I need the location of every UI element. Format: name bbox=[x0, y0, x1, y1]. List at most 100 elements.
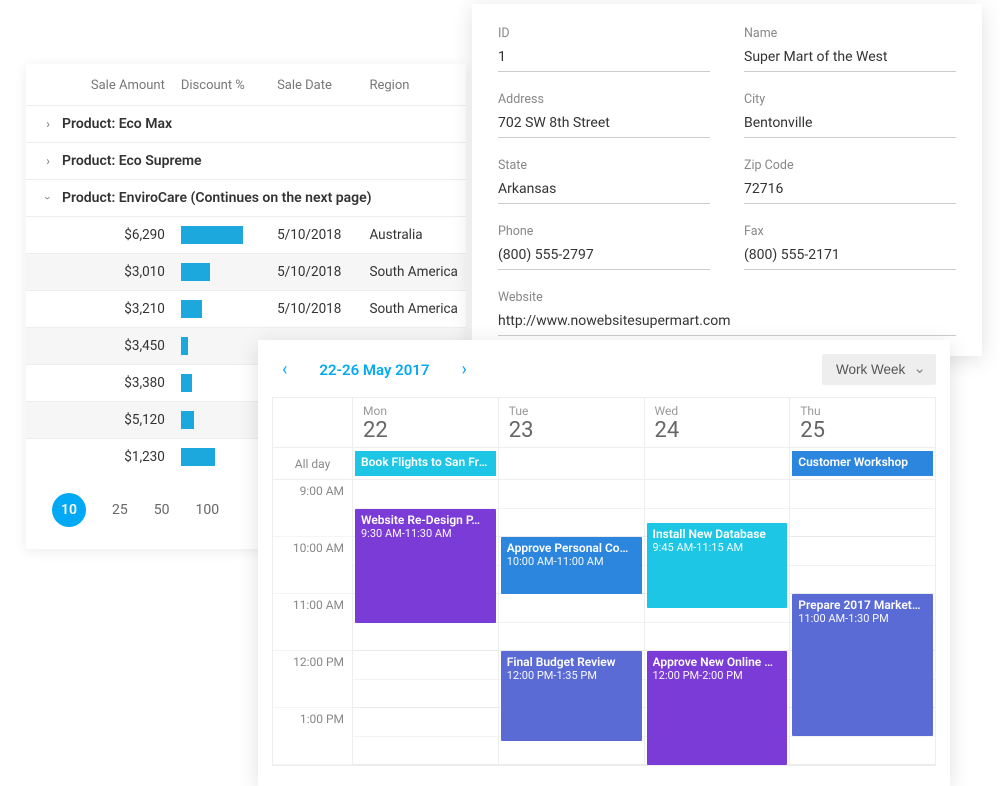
chevron-right-icon: › bbox=[34, 117, 62, 131]
day-column[interactable]: Website Re-Design P…9:30 AM-11:30 AM bbox=[353, 480, 499, 765]
label: Website bbox=[498, 290, 956, 305]
day-number: 25 bbox=[800, 418, 925, 443]
field-address[interactable]: Address 702 SW 8th Street bbox=[498, 92, 710, 138]
appointment-allday[interactable]: Book Flights to San Fran … bbox=[355, 451, 496, 476]
appointment[interactable]: Approve New Online …12:00 PM-2:00 PM bbox=[647, 651, 788, 765]
view-select[interactable]: Work Week bbox=[822, 354, 936, 385]
chevron-down-icon: › bbox=[41, 184, 55, 212]
allday-cell[interactable] bbox=[645, 448, 791, 479]
group-label: Product: Eco Supreme bbox=[62, 153, 202, 169]
appointment-title: Final Budget Review bbox=[507, 655, 636, 669]
cell-amount: $3,380 bbox=[61, 375, 181, 391]
value[interactable]: 72716 bbox=[744, 181, 956, 204]
value[interactable]: http://www.nowebsitesupermart.com bbox=[498, 313, 956, 336]
group-row[interactable]: › Product: Eco Max bbox=[26, 105, 466, 142]
day-column[interactable]: Prepare 2017 Market…11:00 AM-1:30 PM bbox=[790, 480, 935, 765]
appointment-time: 9:30 AM-11:30 AM bbox=[361, 527, 490, 540]
appointment[interactable]: Prepare 2017 Market…11:00 AM-1:30 PM bbox=[792, 594, 933, 736]
chevron-right-icon: › bbox=[34, 154, 62, 168]
field-website[interactable]: Website http://www.nowebsitesupermart.co… bbox=[498, 290, 956, 336]
day-of-week: Mon bbox=[363, 404, 488, 418]
col-sale-amount[interactable]: Sale Amount bbox=[61, 78, 181, 93]
value[interactable]: Super Mart of the West bbox=[744, 49, 956, 72]
appointment-title: Approve New Online … bbox=[653, 655, 782, 669]
view-select-input[interactable]: Work Week bbox=[822, 354, 936, 385]
col-sale-date[interactable]: Sale Date bbox=[277, 78, 369, 93]
value[interactable]: Arkansas bbox=[498, 181, 710, 204]
page-size-option[interactable]: 25 bbox=[112, 502, 128, 518]
prev-button[interactable]: ‹ bbox=[272, 359, 297, 380]
appointment-title: Install New Database bbox=[653, 527, 782, 541]
field-state[interactable]: State Arkansas bbox=[498, 158, 710, 204]
time-label: 10:00 AM bbox=[273, 537, 352, 594]
col-region[interactable]: Region bbox=[369, 78, 458, 93]
day-number: 22 bbox=[363, 418, 488, 443]
page-size-option[interactable]: 100 bbox=[196, 502, 220, 518]
allday-cell[interactable] bbox=[499, 448, 645, 479]
allday-cell[interactable]: Book Flights to San Fran … bbox=[353, 448, 499, 479]
date-range-title[interactable]: 22-26 May 2017 bbox=[319, 361, 429, 379]
value[interactable]: 702 SW 8th Street bbox=[498, 115, 710, 138]
field-zip[interactable]: Zip Code 72716 bbox=[744, 158, 956, 204]
value[interactable]: Bentonville bbox=[744, 115, 956, 138]
label: ID bbox=[498, 26, 710, 41]
value[interactable]: (800) 555-2171 bbox=[744, 247, 956, 270]
table-row[interactable]: $3,0105/10/2018South America bbox=[26, 253, 466, 290]
scheduler-toolbar: ‹ 22-26 May 2017 › Work Week bbox=[272, 354, 936, 397]
field-id[interactable]: ID 1 bbox=[498, 26, 710, 72]
label: Zip Code bbox=[744, 158, 956, 173]
scheduler-grid: Mon22 Tue23 Wed24 Thu25 All day Book Fli… bbox=[272, 397, 936, 766]
label: Address bbox=[498, 92, 710, 107]
appointment-title: Prepare 2017 Market… bbox=[798, 598, 927, 612]
allday-row: All day Book Flights to San Fran … Custo… bbox=[273, 448, 935, 480]
allday-cell[interactable]: Customer Workshop bbox=[790, 448, 935, 479]
cell-region: South America bbox=[369, 264, 458, 280]
appointment[interactable]: Website Re-Design P…9:30 AM-11:30 AM bbox=[355, 509, 496, 623]
next-button[interactable]: › bbox=[451, 359, 476, 380]
cell-discount-bar bbox=[181, 263, 277, 281]
cell-discount-bar bbox=[181, 300, 277, 318]
day-column[interactable]: Install New Database9:45 AM-11:15 AM Appr… bbox=[645, 480, 791, 765]
appointment[interactable]: Approve Personal Co…10:00 AM-11:00 AM bbox=[501, 537, 642, 594]
col-discount[interactable]: Discount % bbox=[181, 78, 277, 93]
grid-header: Sale Amount Discount % Sale Date Region bbox=[26, 64, 466, 105]
allday-label: All day bbox=[273, 448, 353, 479]
appointment-title: Website Re-Design P… bbox=[361, 513, 490, 527]
page-size-option[interactable]: 50 bbox=[154, 502, 170, 518]
page-size-option[interactable]: 10 bbox=[52, 493, 86, 527]
appointment-time: 12:00 PM-1:35 PM bbox=[507, 669, 636, 682]
time-label: 11:00 AM bbox=[273, 594, 352, 651]
cell-date: 5/10/2018 bbox=[277, 301, 369, 317]
group-label: Product: EnviroCare (Continues on the ne… bbox=[62, 190, 372, 206]
day-of-week: Thu bbox=[800, 404, 925, 418]
cell-amount: $3,450 bbox=[61, 338, 181, 354]
field-phone[interactable]: Phone (800) 555-2797 bbox=[498, 224, 710, 270]
label: Phone bbox=[498, 224, 710, 239]
cell-amount: $3,210 bbox=[61, 301, 181, 317]
appointment[interactable]: Install New Database9:45 AM-11:15 AM bbox=[647, 523, 788, 608]
cell-amount: $6,290 bbox=[61, 227, 181, 243]
scheduler: ‹ 22-26 May 2017 › Work Week Mon22 Tue23… bbox=[258, 340, 950, 786]
time-label: 9:00 AM bbox=[273, 480, 352, 537]
appointment-allday[interactable]: Customer Workshop bbox=[792, 451, 933, 476]
table-row[interactable]: $3,2105/10/2018South America bbox=[26, 290, 466, 327]
label: Name bbox=[744, 26, 956, 41]
cell-discount-bar bbox=[181, 226, 277, 244]
day-column[interactable]: Approve Personal Co…10:00 AM-11:00 AM Fin… bbox=[499, 480, 645, 765]
table-row[interactable]: $6,2905/10/2018Australia bbox=[26, 216, 466, 253]
field-name[interactable]: Name Super Mart of the West bbox=[744, 26, 956, 72]
appointment[interactable]: Final Budget Review12:00 PM-1:35 PM bbox=[501, 651, 642, 741]
value[interactable]: 1 bbox=[498, 49, 710, 72]
group-row[interactable]: › Product: EnviroCare (Continues on the … bbox=[26, 179, 466, 216]
field-city[interactable]: City Bentonville bbox=[744, 92, 956, 138]
appointment-time: 11:00 AM-1:30 PM bbox=[798, 612, 927, 625]
cell-amount: $3,010 bbox=[61, 264, 181, 280]
appointment-time: 9:45 AM-11:15 AM bbox=[653, 541, 782, 554]
group-row[interactable]: › Product: Eco Supreme bbox=[26, 142, 466, 179]
value[interactable]: (800) 555-2797 bbox=[498, 247, 710, 270]
cell-amount: $1,230 bbox=[61, 449, 181, 465]
group-label: Product: Eco Max bbox=[62, 116, 172, 132]
label: City bbox=[744, 92, 956, 107]
label: State bbox=[498, 158, 710, 173]
field-fax[interactable]: Fax (800) 555-2171 bbox=[744, 224, 956, 270]
